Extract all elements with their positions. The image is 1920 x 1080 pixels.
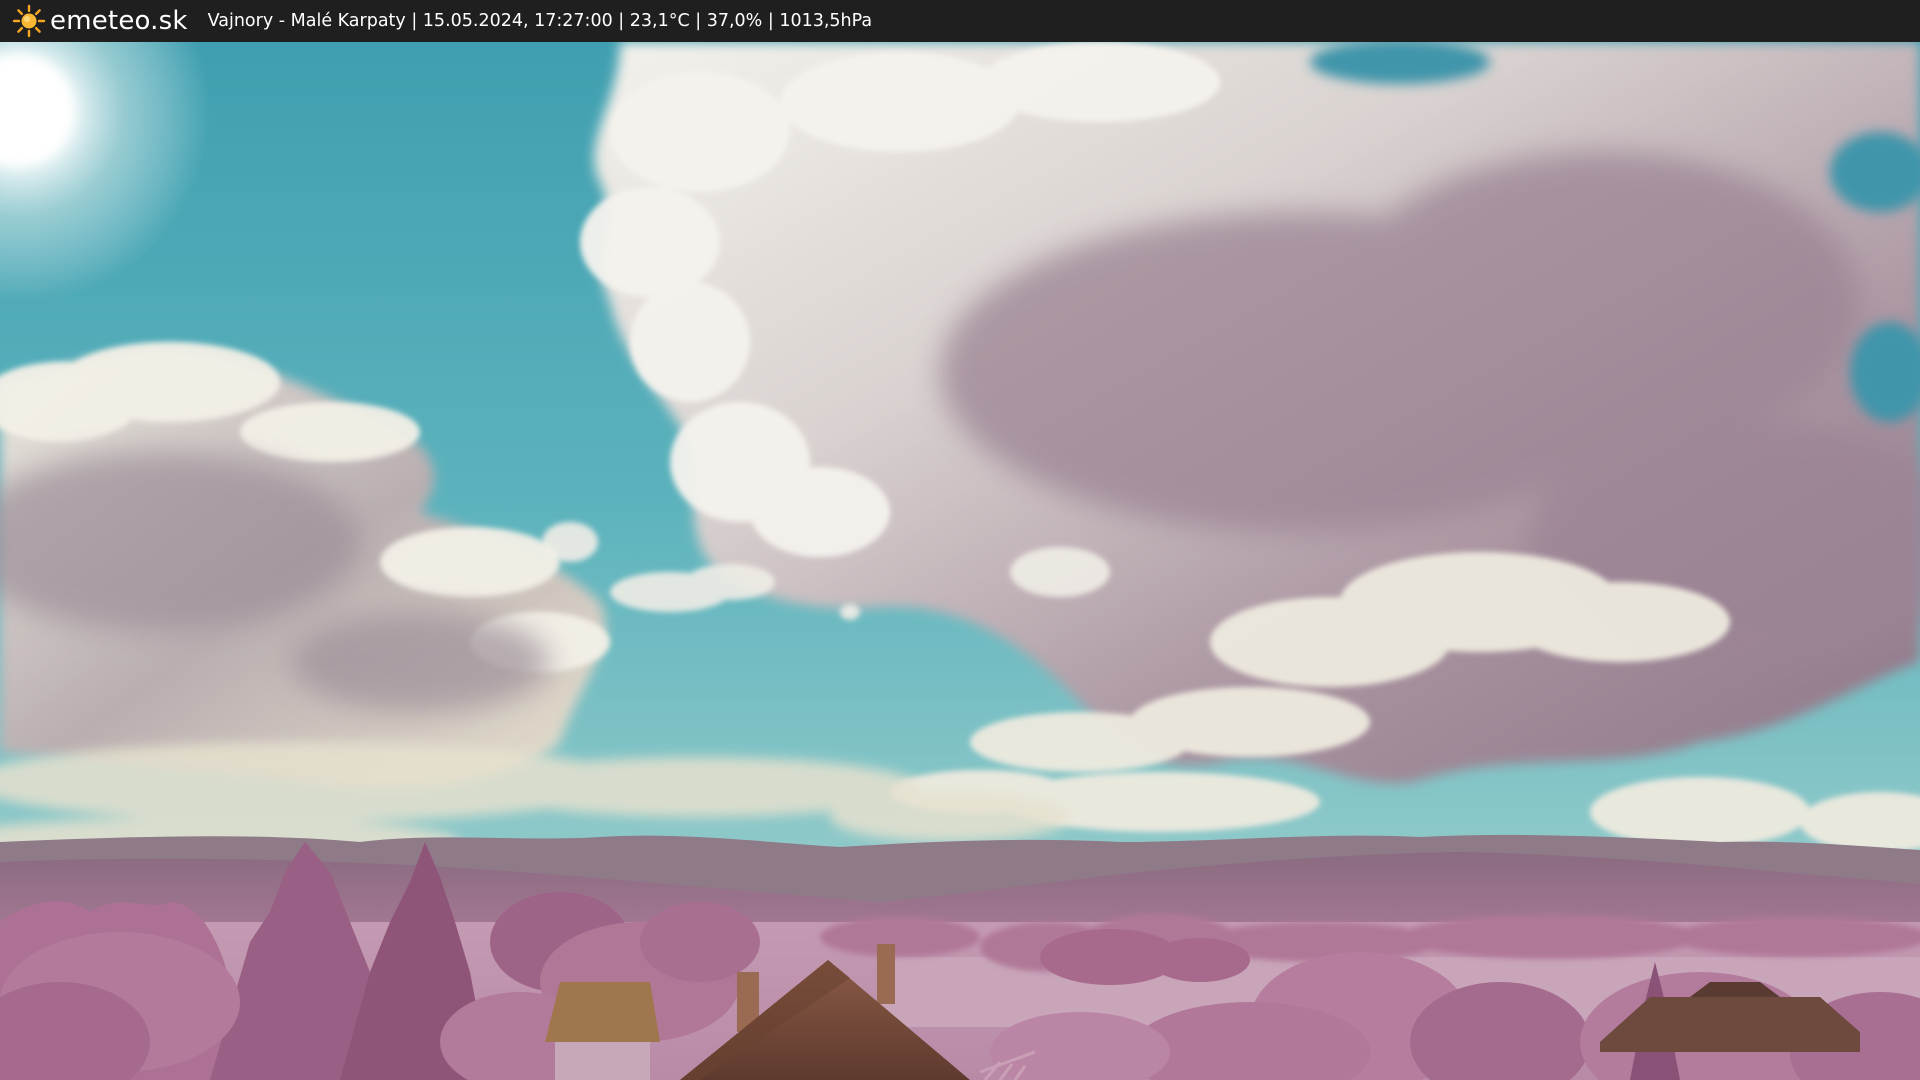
brand-name: emeteo.sk bbox=[50, 6, 188, 36]
sun-icon bbox=[12, 4, 46, 38]
top-bar: emeteo.sk Vajnory - Malé Karpaty | 15.05… bbox=[0, 0, 1920, 42]
webcam-frame: emeteo.sk Vajnory - Malé Karpaty | 15.05… bbox=[0, 0, 1920, 1080]
brand-logo[interactable]: emeteo.sk bbox=[12, 4, 188, 38]
weather-info-caption: Vajnory - Malé Karpaty | 15.05.2024, 17:… bbox=[207, 11, 873, 31]
webcam-landscape-image bbox=[0, 42, 1920, 1080]
